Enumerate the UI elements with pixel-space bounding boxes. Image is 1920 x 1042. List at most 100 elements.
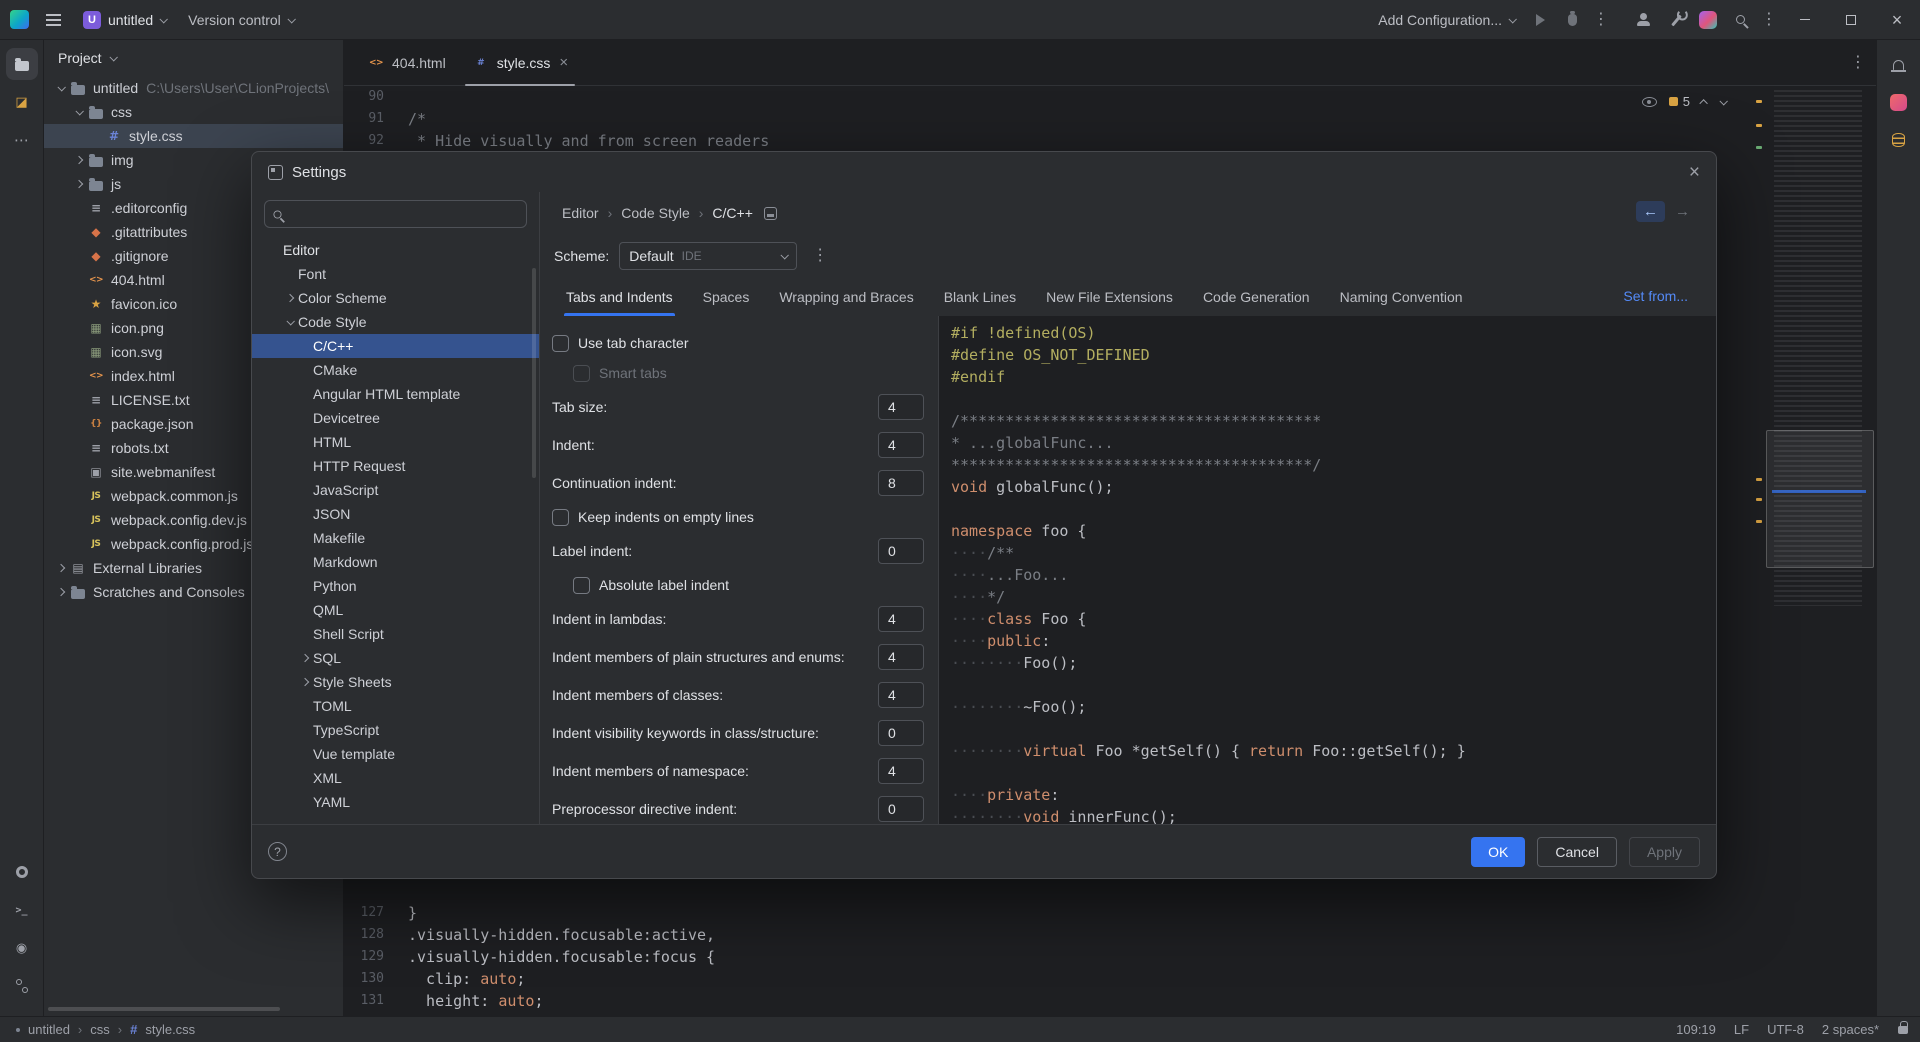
minimize-button[interactable] bbox=[1782, 0, 1828, 40]
version-control-widget[interactable]: Version control bbox=[179, 5, 303, 35]
line-separator[interactable]: LF bbox=[1725, 1022, 1758, 1037]
ok-button[interactable]: OK bbox=[1471, 837, 1525, 867]
set-from-link[interactable]: Set from... bbox=[1623, 288, 1688, 304]
chevron-right-icon[interactable] bbox=[56, 588, 64, 596]
more-run-options-button[interactable]: ⋮ bbox=[1588, 12, 1614, 28]
number-field[interactable] bbox=[878, 758, 924, 784]
breadcrumb-editor[interactable]: Editor bbox=[562, 205, 599, 221]
back-arrow-button[interactable]: ← bbox=[1636, 201, 1665, 222]
more-tool-windows-button[interactable]: ⋯ bbox=[6, 124, 38, 156]
number-field[interactable] bbox=[878, 796, 924, 822]
close-window-button[interactable]: × bbox=[1874, 0, 1920, 40]
settings-tree-item[interactable]: Devicetree bbox=[252, 406, 539, 430]
settings-tree-item[interactable]: TOML bbox=[252, 694, 539, 718]
settings-tree-item[interactable]: Python bbox=[252, 574, 539, 598]
ai-assistant-button[interactable] bbox=[1692, 5, 1724, 35]
settings-tab-code-generation[interactable]: Code Generation bbox=[1193, 289, 1320, 316]
settings-tree-item[interactable]: CMake bbox=[252, 358, 539, 382]
settings-tab-tabs-and-indents[interactable]: Tabs and Indents bbox=[556, 289, 683, 316]
scroll-mark[interactable] bbox=[1756, 146, 1762, 149]
breadcrumb-project[interactable]: untitled bbox=[28, 1022, 70, 1037]
project-widget[interactable]: U untitled bbox=[74, 5, 175, 35]
chevron-down-icon[interactable] bbox=[286, 317, 294, 325]
breadcrumb-code-style[interactable]: Code Style bbox=[621, 205, 689, 221]
indent-style[interactable]: 2 spaces* bbox=[1813, 1022, 1888, 1037]
project-panel-header[interactable]: Project bbox=[44, 40, 343, 76]
number-field[interactable] bbox=[878, 682, 924, 708]
settings-tree-item[interactable]: Color Scheme bbox=[252, 286, 539, 310]
settings-tools-button[interactable] bbox=[1660, 5, 1692, 35]
file-encoding[interactable]: UTF-8 bbox=[1758, 1022, 1813, 1037]
scroll-mark[interactable] bbox=[1756, 124, 1762, 127]
settings-tree-item[interactable]: YAML bbox=[252, 790, 539, 814]
scheme-select[interactable]: Default IDE bbox=[619, 242, 797, 270]
code-with-me-button[interactable] bbox=[1628, 5, 1660, 35]
chevron-right-icon[interactable] bbox=[285, 294, 293, 302]
sidebar-scrollbar[interactable] bbox=[532, 268, 536, 478]
project-tool-button[interactable] bbox=[6, 48, 38, 80]
services-tool-button[interactable] bbox=[6, 856, 38, 888]
settings-tab-spaces[interactable]: Spaces bbox=[693, 289, 760, 316]
chevron-down-icon[interactable] bbox=[75, 107, 83, 115]
settings-search-input[interactable] bbox=[289, 206, 518, 223]
settings-tree-item[interactable]: TypeScript bbox=[252, 718, 539, 742]
chevron-down-icon[interactable] bbox=[57, 83, 65, 91]
maximize-button[interactable] bbox=[1828, 0, 1874, 40]
caret-position[interactable]: 109:19 bbox=[1667, 1022, 1725, 1037]
editor-tab-404.html[interactable]: <>404.html bbox=[354, 40, 459, 85]
commit-tool-button[interactable]: ◉ bbox=[6, 932, 38, 964]
settings-tree-item[interactable]: Shell Script bbox=[252, 622, 539, 646]
chevron-right-icon[interactable] bbox=[300, 678, 308, 686]
number-field[interactable] bbox=[878, 644, 924, 670]
settings-search-box[interactable] bbox=[264, 200, 527, 228]
main-menu-button[interactable] bbox=[37, 5, 70, 35]
settings-tab-naming-convention[interactable]: Naming Convention bbox=[1330, 289, 1473, 316]
settings-tree-item[interactable]: HTML bbox=[252, 430, 539, 454]
warnings-badge[interactable]: 5 bbox=[1669, 94, 1690, 109]
number-field[interactable] bbox=[878, 432, 924, 458]
settings-tree-item[interactable]: QML bbox=[252, 598, 539, 622]
help-button[interactable]: ? bbox=[268, 842, 287, 861]
chevron-right-icon[interactable] bbox=[74, 156, 82, 164]
dialog-close-button[interactable]: × bbox=[1689, 163, 1700, 182]
cancel-button[interactable]: Cancel bbox=[1537, 837, 1617, 867]
checkbox[interactable] bbox=[552, 509, 569, 526]
run-configuration-selector[interactable]: Add Configuration... bbox=[1369, 5, 1524, 35]
scroll-mark[interactable] bbox=[1756, 478, 1762, 481]
git-tool-button[interactable] bbox=[6, 970, 38, 1002]
scroll-mark[interactable] bbox=[1756, 520, 1762, 523]
minimap-viewport[interactable] bbox=[1766, 430, 1874, 568]
chevron-right-icon[interactable] bbox=[300, 654, 308, 662]
settings-tab-wrapping-and-braces[interactable]: Wrapping and Braces bbox=[769, 289, 923, 316]
chevron-right-icon[interactable] bbox=[74, 180, 82, 188]
debug-button[interactable] bbox=[1556, 5, 1588, 35]
breadcrumb-file[interactable]: style.css bbox=[145, 1022, 195, 1037]
close-tab-icon[interactable]: × bbox=[559, 54, 568, 71]
settings-tree-item[interactable]: Vue template bbox=[252, 742, 539, 766]
highlighting-eye-icon[interactable] bbox=[1642, 97, 1657, 107]
number-field[interactable] bbox=[878, 720, 924, 746]
number-field[interactable] bbox=[878, 470, 924, 496]
breadcrumb-c-cpp[interactable]: C/C++ bbox=[712, 205, 752, 221]
project-tree-item[interactable]: #style.css bbox=[44, 124, 343, 148]
checkbox[interactable] bbox=[573, 365, 590, 382]
number-field[interactable] bbox=[878, 394, 924, 420]
database-tool-button[interactable] bbox=[1883, 124, 1915, 156]
settings-tree-item[interactable]: Markdown bbox=[252, 550, 539, 574]
settings-tree-item[interactable]: JavaScript bbox=[252, 478, 539, 502]
tab-options-button[interactable]: ⋮ bbox=[1850, 55, 1876, 71]
more-actions-button[interactable]: ⋮ bbox=[1756, 12, 1782, 28]
settings-tree-item[interactable]: Code Style bbox=[252, 310, 539, 334]
settings-tree-item[interactable]: HTTP Request bbox=[252, 454, 539, 478]
run-button[interactable] bbox=[1524, 5, 1556, 35]
previous-problem-button[interactable] bbox=[1699, 99, 1707, 107]
number-field[interactable] bbox=[878, 606, 924, 632]
scroll-mark[interactable] bbox=[1756, 498, 1762, 501]
minimap[interactable] bbox=[1766, 86, 1876, 606]
number-field[interactable] bbox=[878, 538, 924, 564]
notifications-button[interactable] bbox=[1883, 48, 1915, 80]
lock-icon[interactable] bbox=[1898, 1026, 1908, 1034]
settings-tree-item[interactable]: Makefile bbox=[252, 526, 539, 550]
project-tree-item[interactable]: css bbox=[44, 100, 343, 124]
forward-arrow-button[interactable]: → bbox=[1671, 201, 1694, 222]
